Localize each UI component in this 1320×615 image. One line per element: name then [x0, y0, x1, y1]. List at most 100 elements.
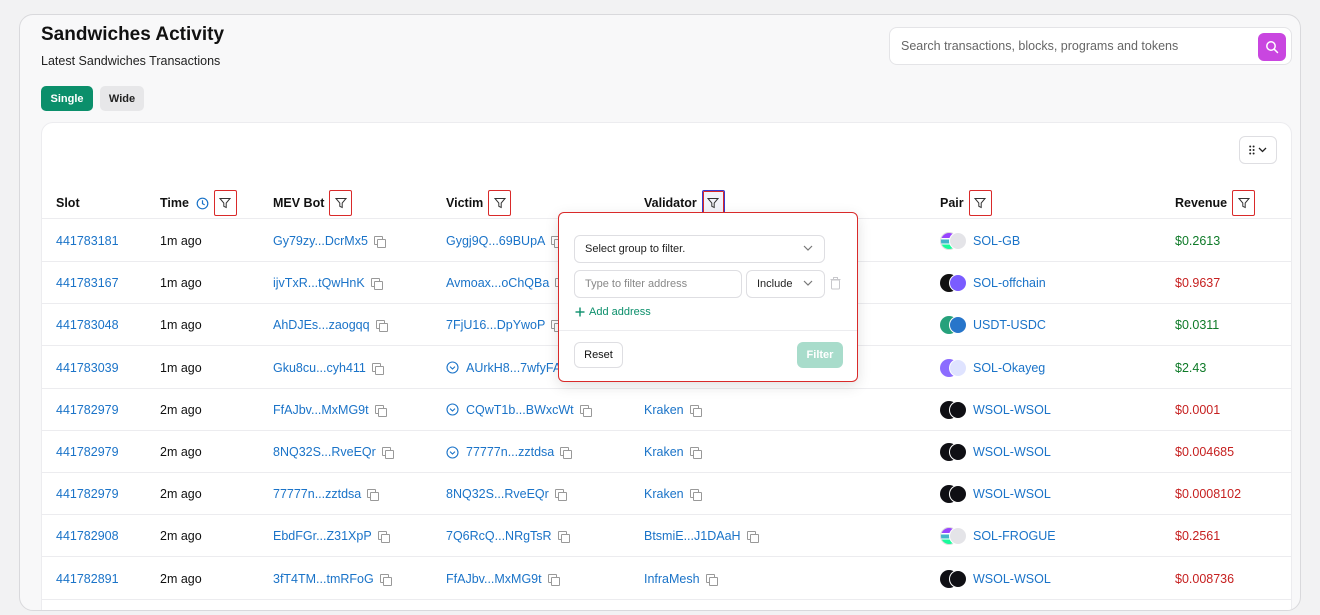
filter-address-input[interactable]: Type to filter address	[574, 270, 742, 298]
pair-link[interactable]: SOL-Okayeg	[973, 361, 1045, 375]
column-settings-button[interactable]	[1239, 136, 1277, 164]
mev-bot-link[interactable]: EbdFGr...Z31XpP	[273, 529, 372, 543]
copy-icon[interactable]	[374, 404, 387, 417]
pair-filter-button[interactable]	[968, 190, 992, 216]
pair-link[interactable]: SOL-offchain	[973, 276, 1046, 290]
copy-icon[interactable]	[547, 573, 560, 586]
pair-link[interactable]: WSOL-WSOL	[973, 572, 1051, 586]
table-row[interactable]: 441782979 2m ago FfAJbv...MxMG9t CQwT1b...B…	[42, 389, 1291, 431]
copy-icon[interactable]	[689, 447, 702, 459]
slot-link[interactable]: 441782979	[56, 487, 119, 501]
revenue-filter-button[interactable]	[1232, 190, 1256, 216]
pair-link[interactable]: WSOL-WSOL	[973, 487, 1051, 501]
victim-link[interactable]: FfAJbv...MxMG9t	[446, 572, 542, 586]
victim-link[interactable]: Gygj9Q...69BUpA	[446, 234, 545, 248]
slot-link[interactable]: 441783181	[56, 234, 119, 248]
mev-bot-link[interactable]: 77777n...zztdsa	[273, 487, 361, 501]
victim-link[interactable]: AUrkH8...7wfyFA	[466, 361, 561, 375]
table-row[interactable]: 441782979 2m ago 8NQ32S...RveEQr 77777n...z…	[42, 431, 1291, 473]
reset-button[interactable]: Reset	[574, 342, 623, 368]
copy-icon[interactable]	[371, 362, 384, 375]
column-header-mev-bot: MEV Bot	[273, 190, 353, 216]
victim-link[interactable]: CQwT1b...BWxcWt	[466, 403, 574, 417]
victim-link[interactable]: 7FjU16...DpYwoP	[446, 318, 545, 332]
revenue-value: $0.0311	[1175, 318, 1220, 333]
copy-icon[interactable]	[377, 531, 390, 544]
copy-icon[interactable]	[375, 320, 388, 333]
search-input[interactable]: Search transactions, blocks, programs an…	[901, 39, 1178, 53]
mev-bot-link[interactable]: Gku8cu...cyh411	[273, 361, 366, 375]
copy-icon[interactable]	[689, 489, 702, 502]
validator-link[interactable]: BtsmiE...J1DAaH	[644, 529, 741, 543]
victim-check-icon	[446, 403, 459, 416]
slot-link[interactable]: 441782979	[56, 445, 119, 459]
copy-icon[interactable]	[381, 447, 394, 459]
mev-bot-link[interactable]: 8NQ32S...RveEQr	[273, 445, 376, 459]
copy-icon[interactable]	[705, 573, 718, 586]
pair-token-icon	[940, 274, 967, 293]
validator-link[interactable]: InfraMesh	[644, 572, 700, 586]
table-row[interactable]: 441782908 2m ago EbdFGr...Z31XpP 7Q6RcQ...N…	[42, 515, 1291, 558]
pair-link[interactable]: WSOL-WSOL	[973, 403, 1051, 417]
trash-icon[interactable]	[830, 277, 841, 290]
table-row[interactable]: 441782891 2m ago 3fT4TM...tmRFoG FfAJbv...M…	[42, 558, 1291, 600]
pair-token-icon	[940, 232, 967, 250]
slot-link[interactable]: 441782908	[56, 529, 119, 543]
pair-link[interactable]: SOL-FROGUE	[973, 529, 1056, 543]
mev-bot-link[interactable]: 3fT4TM...tmRFoG	[273, 572, 374, 586]
filter-mode-select[interactable]: Include	[746, 270, 825, 298]
time-filter-button[interactable]	[213, 190, 237, 216]
drag-dots-icon	[1249, 145, 1255, 155]
copy-icon[interactable]	[560, 447, 573, 459]
view-wide-button[interactable]: Wide	[100, 86, 144, 111]
mev-bot-link[interactable]: FfAJbv...MxMG9t	[273, 403, 369, 417]
copy-icon[interactable]	[746, 531, 759, 544]
add-address-button[interactable]: Add address	[575, 306, 651, 318]
column-header-time: Time	[160, 190, 237, 216]
copy-icon[interactable]	[554, 489, 567, 502]
time-value: 2m ago	[160, 529, 202, 544]
search-bar[interactable]: Search transactions, blocks, programs an…	[889, 27, 1292, 65]
mev-bot-link[interactable]: ijvTxR...tQwHnK	[273, 276, 365, 290]
copy-icon[interactable]	[373, 236, 386, 248]
copy-icon[interactable]	[579, 404, 592, 417]
victim-link[interactable]: 77777n...zztdsa	[466, 445, 554, 459]
pair-link[interactable]: WSOL-WSOL	[973, 445, 1051, 459]
apply-filter-button[interactable]: Filter	[797, 342, 843, 368]
time-value: 2m ago	[160, 402, 202, 417]
copy-icon[interactable]	[370, 278, 383, 291]
pair-token-icon	[940, 316, 967, 335]
pair-link[interactable]: USDT-USDC	[973, 318, 1046, 332]
view-single-button[interactable]: Single	[41, 86, 93, 111]
slot-link[interactable]: 441783167	[56, 276, 119, 290]
copy-icon[interactable]	[689, 404, 702, 417]
slot-link[interactable]: 441782979	[56, 403, 119, 417]
slot-link[interactable]: 441782891	[56, 572, 119, 586]
slot-link[interactable]: 441783039	[56, 361, 119, 375]
mev-bot-link[interactable]: Gy79zy...DcrMx5	[273, 234, 368, 248]
revenue-value: $0.0008102	[1175, 487, 1242, 502]
page-subtitle: Latest Sandwiches Transactions	[41, 54, 221, 68]
filter-group-select[interactable]: Select group to filter.	[574, 235, 825, 263]
mev-bot-link[interactable]: AhDJEs...zaogqq	[273, 318, 370, 332]
copy-icon[interactable]	[379, 573, 392, 586]
table-row[interactable]: 441782979 2m ago 77777n...zztdsa 8NQ32S...R…	[42, 473, 1291, 516]
validator-link[interactable]: Kraken	[644, 445, 684, 459]
validator-link[interactable]: Kraken	[644, 403, 684, 417]
clock-icon[interactable]	[196, 197, 209, 210]
time-value: 2m ago	[160, 487, 202, 502]
victim-filter-button[interactable]	[488, 190, 512, 216]
pair-link[interactable]: SOL-GB	[973, 234, 1020, 248]
victim-link[interactable]: Avmoax...oChQBa	[446, 276, 549, 290]
search-button[interactable]	[1258, 33, 1286, 61]
pair-token-icon	[940, 527, 967, 546]
copy-icon[interactable]	[557, 531, 570, 544]
victim-link[interactable]: 8NQ32S...RveEQr	[446, 487, 549, 501]
slot-link[interactable]: 441783048	[56, 318, 119, 332]
mev-bot-filter-button[interactable]	[329, 190, 353, 216]
victim-link[interactable]: 7Q6RcQ...NRgTsR	[446, 529, 552, 543]
validator-link[interactable]: Kraken	[644, 487, 684, 501]
revenue-value: $0.2613	[1175, 234, 1221, 248]
copy-icon[interactable]	[367, 489, 380, 502]
validator-filter-popup: Select group to filter. Type to filter a…	[558, 212, 858, 382]
